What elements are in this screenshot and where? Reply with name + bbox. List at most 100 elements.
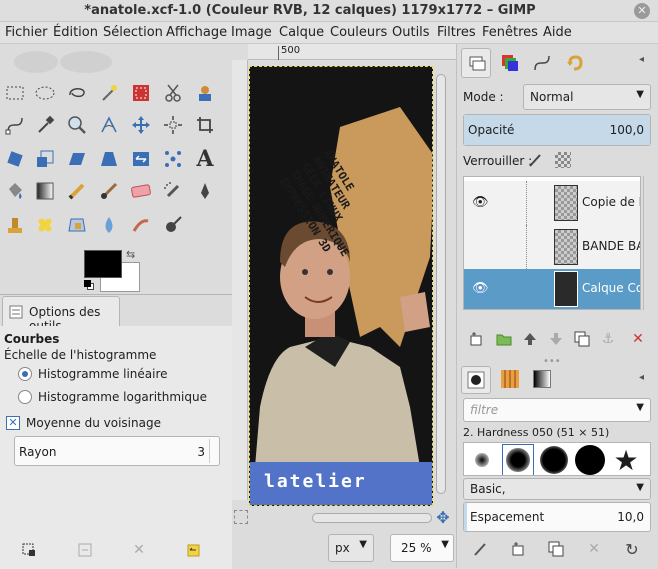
heal-icon[interactable] bbox=[32, 212, 58, 238]
save-options-icon[interactable] bbox=[18, 539, 40, 561]
opacity-slider[interactable]: Opacité 100,0 bbox=[463, 114, 651, 146]
shear-icon[interactable] bbox=[64, 146, 90, 172]
align-icon[interactable] bbox=[160, 112, 186, 138]
menu-affichage[interactable]: Affichage bbox=[166, 25, 227, 40]
bucket-fill-icon[interactable] bbox=[2, 178, 28, 204]
airbrush-icon[interactable] bbox=[160, 178, 186, 204]
canvas-image[interactable]: ANATOLE ANIMATEUR GEEK LINUX IMAGE NUMÉR… bbox=[249, 66, 433, 506]
foreground-select-icon[interactable] bbox=[192, 80, 218, 106]
tab-gradients[interactable] bbox=[527, 366, 557, 394]
zoom-icon[interactable] bbox=[64, 112, 90, 138]
tab-paths[interactable] bbox=[527, 48, 557, 78]
menu-fenetres[interactable]: Fenêtres bbox=[482, 25, 538, 40]
default-colors-icon[interactable] bbox=[84, 280, 94, 290]
delete-layer-icon[interactable]: ✕ bbox=[627, 328, 649, 350]
vertical-scrollbar[interactable] bbox=[436, 74, 446, 494]
menu-filtres[interactable]: Filtres bbox=[437, 25, 476, 40]
blur-icon[interactable] bbox=[96, 212, 122, 238]
select-by-color-icon[interactable] bbox=[128, 80, 154, 106]
clone-stamp-icon[interactable] bbox=[2, 212, 28, 238]
fuzzy-select-icon[interactable] bbox=[96, 80, 122, 106]
flip-icon[interactable] bbox=[128, 146, 154, 172]
crop-icon[interactable] bbox=[192, 112, 218, 138]
menu-selection[interactable]: Sélection bbox=[103, 25, 163, 40]
brush-preset-select[interactable]: Basic, ▼ bbox=[463, 478, 651, 500]
paintbrush-icon[interactable] bbox=[96, 178, 122, 204]
layer-row-selected[interactable]: 👁 Calque Copi bbox=[464, 269, 640, 309]
tab-brushes[interactable] bbox=[461, 366, 491, 394]
eye-icon[interactable]: 👁 bbox=[472, 281, 489, 296]
anchor-layer-icon[interactable]: ⚓ bbox=[597, 328, 619, 350]
mode-select[interactable]: Normal ▼ bbox=[523, 84, 651, 110]
radio-log[interactable] bbox=[18, 390, 32, 404]
zoom-field[interactable]: 25 % ▼ bbox=[390, 534, 454, 562]
delete-brush-icon[interactable]: ✕ bbox=[583, 538, 605, 560]
menu-outils[interactable]: Outils bbox=[392, 25, 430, 40]
ink-icon[interactable] bbox=[192, 178, 218, 204]
quick-mask-icon[interactable] bbox=[234, 510, 248, 524]
navigate-icon[interactable]: ✥ bbox=[432, 508, 454, 530]
measure-icon[interactable] bbox=[96, 112, 122, 138]
new-brush-icon[interactable] bbox=[507, 538, 529, 560]
perspective-clone-icon[interactable] bbox=[64, 212, 90, 238]
menu-aide[interactable]: Aide bbox=[543, 25, 572, 40]
swap-colors-icon[interactable]: ⇆ bbox=[126, 248, 135, 261]
smudge-icon[interactable] bbox=[128, 212, 154, 238]
layer-list-scrollbar[interactable] bbox=[643, 176, 651, 310]
lock-pixels-icon[interactable] bbox=[527, 152, 543, 168]
duplicate-layer-icon[interactable] bbox=[571, 328, 593, 350]
refresh-brushes-icon[interactable]: ↻ bbox=[621, 538, 643, 560]
dodge-burn-icon[interactable] bbox=[160, 212, 186, 238]
lower-layer-icon[interactable] bbox=[545, 328, 567, 350]
star-brush-icon[interactable]: ★ bbox=[610, 444, 642, 476]
lock-alpha-icon[interactable] bbox=[555, 152, 571, 168]
text-tool-icon[interactable]: A bbox=[192, 146, 218, 172]
rect-select-icon[interactable] bbox=[2, 80, 28, 106]
close-window-button[interactable]: ✕ bbox=[634, 3, 650, 19]
tab-undo[interactable] bbox=[559, 48, 589, 78]
horizontal-scrollbar[interactable] bbox=[312, 513, 432, 523]
new-layer-group-icon[interactable] bbox=[493, 328, 515, 350]
eraser-icon[interactable] bbox=[128, 178, 154, 204]
delete-options-icon[interactable]: ✕ bbox=[128, 539, 150, 561]
layer-row[interactable]: BANDE BASS bbox=[464, 225, 640, 269]
radius-spin-field[interactable]: Rayon 3 bbox=[14, 436, 220, 466]
menu-edition[interactable]: Édition bbox=[53, 25, 98, 40]
scissors-icon[interactable] bbox=[160, 80, 186, 106]
move-icon[interactable] bbox=[128, 112, 154, 138]
pencil-icon[interactable] bbox=[64, 178, 90, 204]
rotate-icon[interactable] bbox=[2, 146, 28, 172]
layer-row[interactable]: 👁 Copie de BA bbox=[464, 181, 640, 225]
duplicate-brush-icon[interactable] bbox=[545, 538, 567, 560]
restore-options-icon[interactable] bbox=[74, 539, 96, 561]
paths-icon[interactable] bbox=[2, 112, 28, 138]
tab-menu-icon[interactable]: ◂ bbox=[639, 54, 644, 65]
menu-fichier[interactable]: Fichier bbox=[5, 25, 48, 40]
radio-linear[interactable] bbox=[18, 367, 32, 381]
scale-icon[interactable] bbox=[32, 146, 58, 172]
tab-channels[interactable] bbox=[495, 48, 525, 78]
foreground-color-swatch[interactable] bbox=[84, 250, 122, 278]
unit-select[interactable]: px ▼ bbox=[328, 534, 374, 562]
menu-image[interactable]: Image bbox=[231, 25, 272, 40]
average-checkbox[interactable]: ✕ bbox=[6, 416, 20, 430]
eye-icon[interactable]: 👁 bbox=[472, 195, 489, 210]
reset-options-icon[interactable] bbox=[182, 539, 204, 561]
ellipse-select-icon[interactable] bbox=[32, 80, 58, 106]
brush-filter-input[interactable]: filtre ▼ bbox=[463, 398, 651, 422]
tab-tool-options[interactable]: Options des outils bbox=[2, 296, 120, 333]
brush-item[interactable] bbox=[466, 444, 498, 475]
brush-item-selected[interactable] bbox=[502, 444, 534, 475]
brush-tab-menu-icon[interactable]: ◂ bbox=[639, 372, 644, 383]
edit-brush-icon[interactable] bbox=[469, 538, 491, 560]
brush-item[interactable] bbox=[538, 444, 570, 475]
perspective-icon[interactable] bbox=[96, 146, 122, 172]
menu-couleurs[interactable]: Couleurs bbox=[330, 25, 387, 40]
cage-transform-icon[interactable] bbox=[160, 146, 186, 172]
tab-layers[interactable] bbox=[461, 48, 491, 78]
tab-patterns[interactable] bbox=[495, 366, 525, 394]
raise-layer-icon[interactable] bbox=[519, 328, 541, 350]
new-layer-icon[interactable] bbox=[465, 328, 487, 350]
spacing-slider[interactable]: Espacement 10,0 bbox=[463, 502, 651, 532]
gradient-icon[interactable] bbox=[32, 178, 58, 204]
